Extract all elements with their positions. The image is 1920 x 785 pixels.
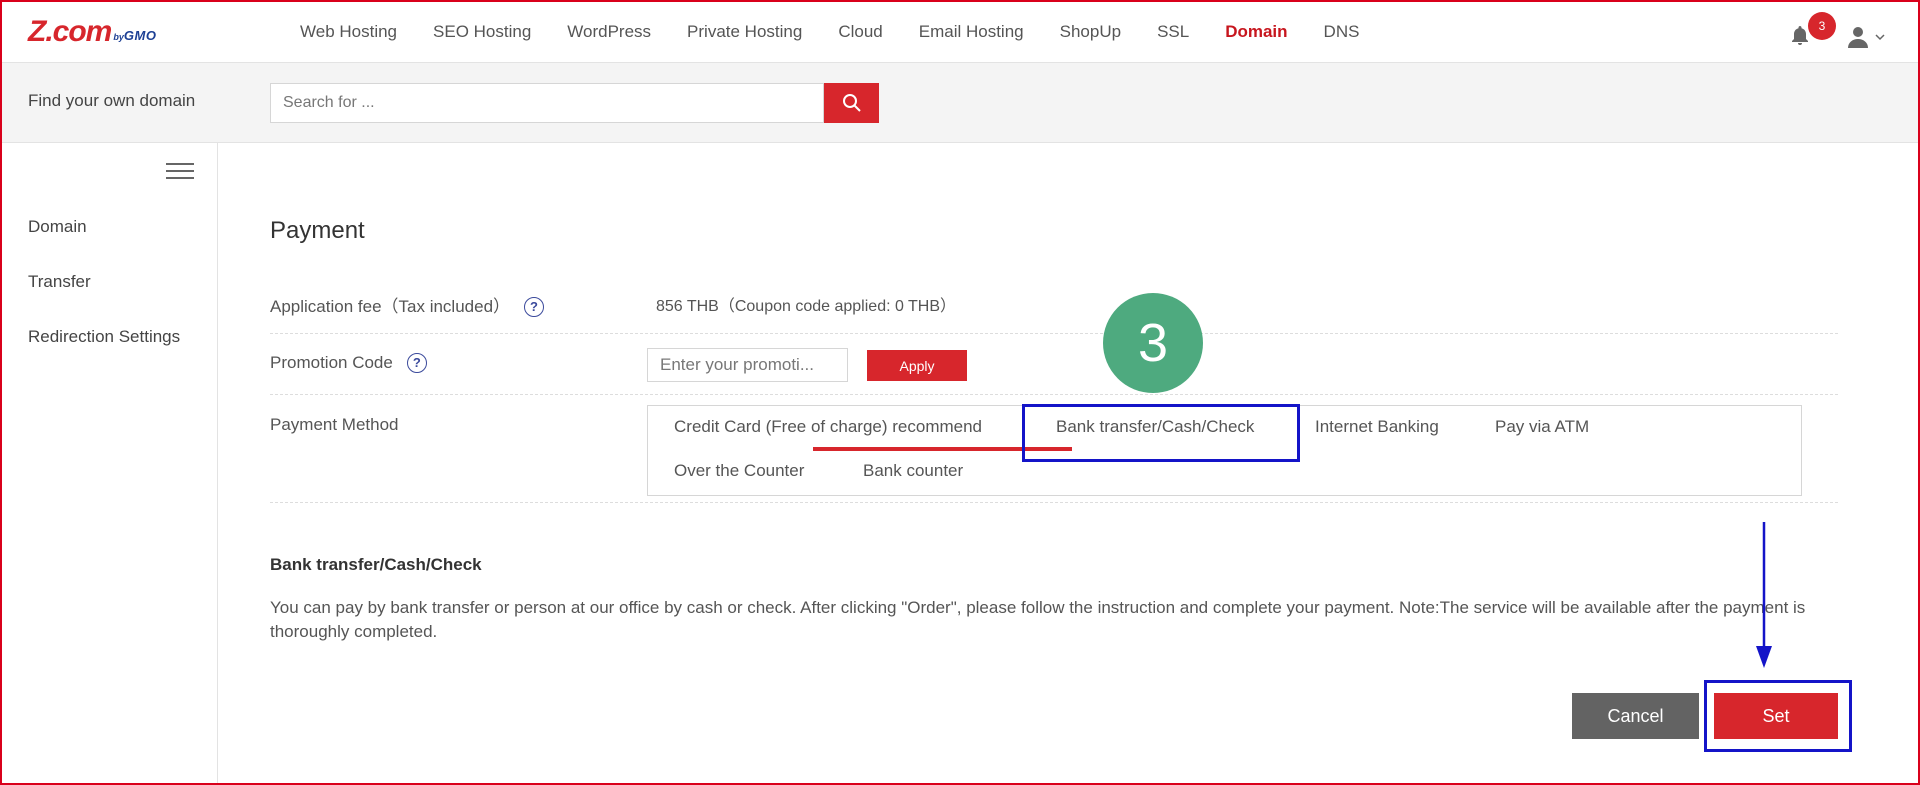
find-domain-label: Find your own domain: [28, 91, 196, 110]
help-icon[interactable]: ?: [524, 297, 545, 317]
divider: [270, 333, 1838, 334]
hamburger-menu-icon[interactable]: [166, 163, 194, 183]
arrow-down-icon: [1756, 522, 1772, 668]
user-icon: [1848, 27, 1868, 48]
nav-seo-hosting[interactable]: SEO Hosting: [433, 22, 531, 42]
user-menu[interactable]: [1846, 24, 1886, 50]
nav-private-hosting[interactable]: Private Hosting: [687, 22, 802, 42]
search-icon: [842, 94, 861, 112]
sidebar: Domain Transfer Redirection Settings: [0, 143, 218, 785]
main-nav: Web Hosting SEO Hosting WordPress Privat…: [300, 0, 1395, 63]
search-button[interactable]: [824, 83, 879, 123]
divider: [270, 502, 1838, 503]
sidebar-item-redirection-settings[interactable]: Redirection Settings: [28, 327, 180, 347]
notification-badge: 3: [1808, 12, 1836, 40]
application-fee-value: 856 THB（Coupon code applied: 0 THB）: [656, 298, 957, 315]
page-title: Payment: [270, 217, 365, 244]
nav-wordpress[interactable]: WordPress: [567, 22, 651, 42]
method-internet-banking[interactable]: Internet Banking: [1315, 417, 1439, 437]
nav-email-hosting[interactable]: Email Hosting: [919, 22, 1024, 42]
nav-web-hosting[interactable]: Web Hosting: [300, 22, 397, 42]
method-bank-counter[interactable]: Bank counter: [863, 461, 963, 481]
method-over-the-counter[interactable]: Over the Counter: [674, 461, 804, 481]
method-credit-card[interactable]: Credit Card (Free of charge) recommend: [674, 417, 982, 437]
application-fee-label: Application fee（Tax included）: [270, 297, 511, 316]
nav-cloud[interactable]: Cloud: [838, 22, 882, 42]
divider: [270, 394, 1838, 395]
domain-search-input[interactable]: [270, 83, 824, 123]
selected-method-title: Bank transfer/Cash/Check: [270, 555, 482, 574]
help-icon[interactable]: ?: [406, 353, 427, 373]
method-pay-via-atm[interactable]: Pay via ATM: [1495, 417, 1589, 437]
promotion-code-row: Promotion Code?: [270, 353, 427, 373]
nav-shopup[interactable]: ShopUp: [1060, 22, 1121, 42]
highlight-box-bank-transfer: [1022, 404, 1300, 462]
sidebar-item-transfer[interactable]: Transfer: [28, 272, 91, 292]
promotion-code-label: Promotion Code: [270, 353, 393, 372]
domain-search-bar: Find your own domain: [0, 63, 1920, 143]
payment-method-label: Payment Method: [270, 415, 399, 434]
payment-panel: Payment Application fee（Tax included）? 8…: [218, 143, 1920, 785]
nav-domain[interactable]: Domain: [1225, 22, 1287, 42]
chevron-down-icon: [1875, 34, 1885, 41]
application-fee-row: Application fee（Tax included）?: [270, 292, 545, 317]
zcom-logo[interactable]: Z.com by GMO: [28, 17, 156, 47]
apply-button[interactable]: Apply: [867, 350, 967, 381]
promotion-code-input[interactable]: [647, 348, 848, 382]
step-number-badge: 3: [1103, 293, 1203, 393]
cancel-button[interactable]: Cancel: [1572, 693, 1699, 739]
highlight-box-set: [1704, 680, 1852, 752]
top-navbar: Z.com by GMO Web Hosting SEO Hosting Wor…: [0, 0, 1920, 63]
selected-method-description: You can pay by bank transfer or person a…: [270, 598, 1806, 641]
nav-ssl[interactable]: SSL: [1157, 22, 1189, 42]
nav-dns[interactable]: DNS: [1324, 22, 1360, 42]
sidebar-item-domain[interactable]: Domain: [28, 217, 87, 237]
